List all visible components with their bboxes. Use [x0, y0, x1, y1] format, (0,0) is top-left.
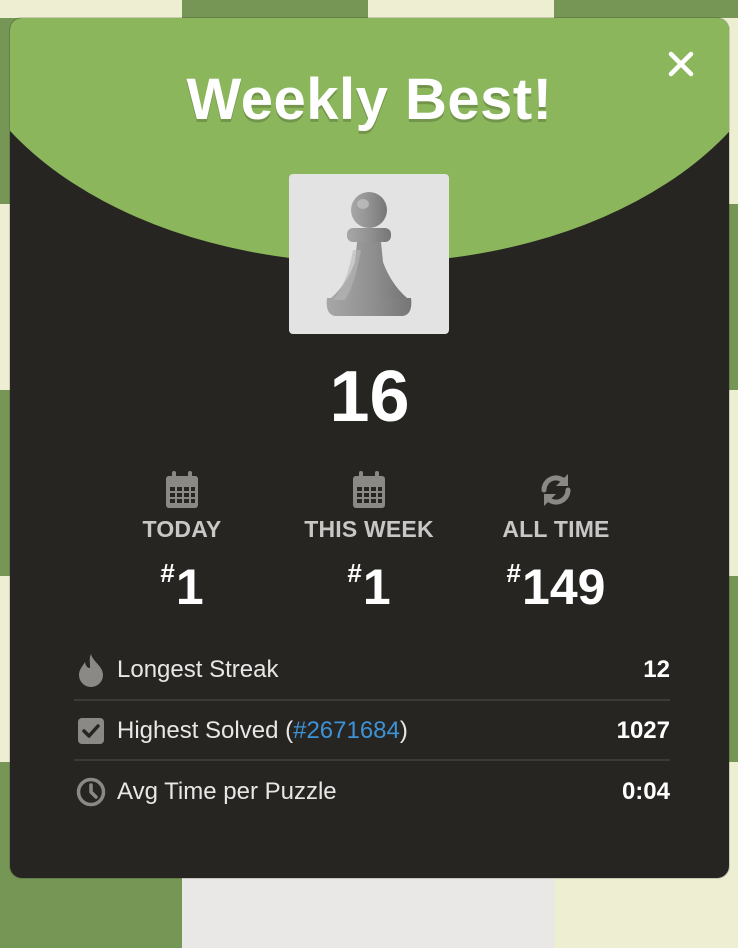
ranking-all-time: ALL TIME #149	[461, 470, 651, 615]
board-square	[0, 0, 182, 18]
stat-row-highest-solved: Highest Solved (#2671684) 1027	[74, 701, 670, 761]
stat-value: 1027	[616, 717, 670, 744]
stat-row-avg-time: Avg Time per Puzzle 0:04	[74, 762, 670, 822]
rank-number: 1	[362, 559, 391, 615]
ranking-label: ALL TIME	[502, 516, 610, 542]
stat-row-longest-streak: Longest Streak 12	[74, 640, 670, 700]
refresh-icon	[541, 474, 571, 506]
ranking-value: #1	[274, 545, 464, 615]
stat-value: 0:04	[621, 778, 670, 805]
modal-title: Weekly Best!	[186, 67, 553, 132]
rank-hash: #	[347, 558, 362, 588]
clock-icon	[74, 775, 108, 809]
flame-icon	[74, 653, 108, 687]
puzzle-link[interactable]: #2671684	[293, 717, 400, 744]
stat-label-suffix: )	[399, 717, 408, 744]
board-square	[554, 0, 738, 18]
calendar-icon	[166, 471, 198, 508]
stat-label-prefix: Highest Solved (	[117, 717, 294, 744]
weekly-best-modal: Weekly Best! 16 TODAY #1 THIS WEEK #1 AL…	[10, 18, 729, 878]
board-square	[182, 0, 368, 18]
puzzle-score: 16	[329, 357, 410, 437]
board-square	[368, 0, 554, 18]
divider	[74, 759, 670, 761]
ranking-value: #1	[87, 545, 277, 615]
rank-number: 1	[175, 559, 204, 615]
ranking-label: THIS WEEK	[304, 516, 434, 542]
calendar-icon	[353, 471, 385, 508]
pawn-icon-tile	[289, 174, 449, 334]
stat-label: Longest Streak	[117, 656, 279, 683]
ranking-value: #149	[461, 545, 651, 615]
ranking-this-week: THIS WEEK #1	[274, 470, 464, 615]
ranking-label: TODAY	[142, 516, 222, 542]
ranking-today: TODAY #1	[87, 470, 277, 615]
stat-label: Highest Solved (#2671684)	[117, 717, 617, 745]
rank-hash: #	[160, 558, 175, 588]
checkbox-icon	[74, 714, 108, 748]
stat-value: 12	[643, 656, 670, 683]
stat-label: Avg Time per Puzzle	[117, 778, 337, 805]
rank-hash: #	[506, 558, 522, 588]
rank-number: 149	[522, 559, 606, 615]
pawn-icon	[326, 192, 412, 316]
